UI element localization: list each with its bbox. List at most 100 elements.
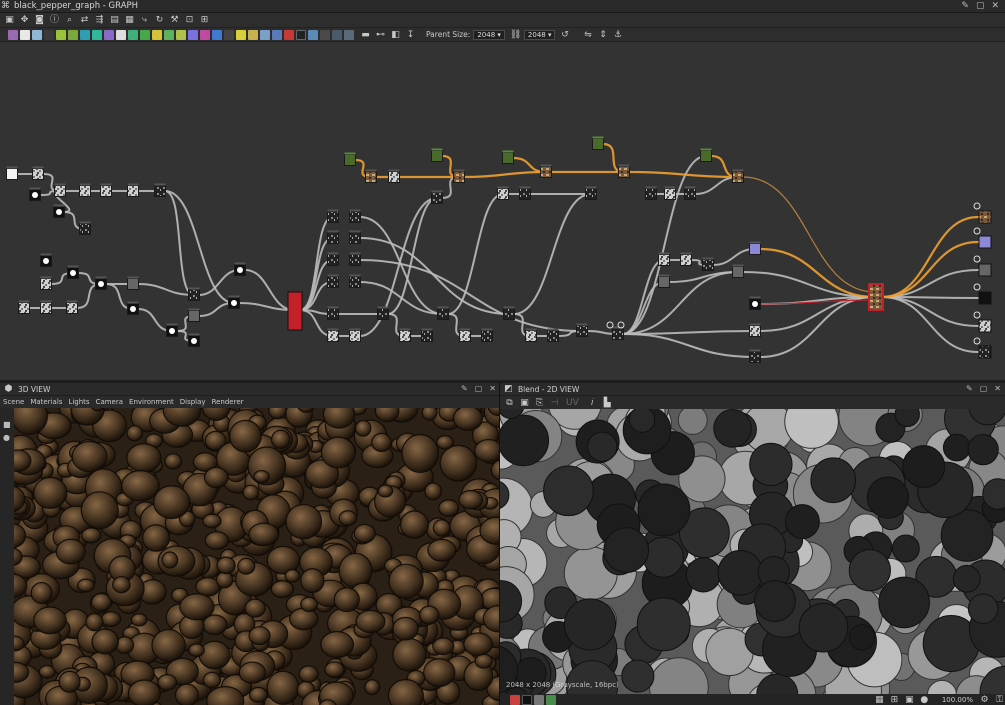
graph-node[interactable] — [431, 192, 443, 204]
blend-cell-dark[interactable] — [891, 534, 920, 563]
pepper-grain[interactable] — [161, 551, 179, 569]
graph-connection[interactable] — [880, 215, 980, 299]
output-pin-icon[interactable] — [973, 283, 981, 291]
node-preview-dot[interactable] — [752, 301, 758, 307]
graph-node[interactable] — [100, 185, 112, 197]
view2d-viewport[interactable] — [500, 409, 1005, 694]
channel-gray-icon[interactable] — [534, 694, 544, 705]
graph-node[interactable] — [645, 188, 657, 200]
node-header[interactable] — [658, 252, 670, 255]
pepper-grain[interactable] — [421, 408, 438, 421]
graph-node[interactable] — [481, 330, 493, 342]
node-header[interactable] — [228, 295, 240, 298]
channel-green-icon[interactable] — [546, 694, 556, 705]
parent-size-dropdown[interactable]: 2048 ▾ — [473, 29, 505, 40]
move-tool-icon[interactable]: ✥ — [19, 15, 30, 25]
graph-connection[interactable] — [164, 190, 195, 296]
graph-connection[interactable] — [881, 269, 979, 298]
blend-cell-dark[interactable] — [636, 597, 691, 652]
blend-cell-light[interactable] — [677, 409, 708, 435]
node-header[interactable] — [431, 190, 443, 193]
node-header[interactable] — [154, 183, 166, 186]
node-header[interactable] — [349, 274, 361, 277]
blend-cell-dark[interactable] — [942, 433, 971, 462]
connector-icon[interactable]: ⤷ — [139, 15, 150, 25]
blend-cell-dark[interactable] — [902, 445, 946, 489]
zoom-dot-icon[interactable]: ● — [919, 695, 930, 705]
pepper-grain[interactable] — [253, 469, 270, 484]
pepper-grain[interactable] — [474, 653, 493, 669]
pepper-grain[interactable] — [229, 419, 262, 453]
levels-icon[interactable] — [56, 29, 66, 40]
pepper-grain[interactable] — [438, 499, 460, 517]
mask-icon[interactable] — [212, 29, 222, 40]
pepper-grain[interactable] — [285, 503, 323, 540]
pepper-grain[interactable] — [127, 679, 161, 705]
pepper-grain[interactable] — [153, 485, 191, 520]
pepper-grain[interactable] — [188, 643, 205, 658]
pepper-grain[interactable] — [474, 438, 499, 463]
curve-icon[interactable] — [68, 29, 78, 40]
pepper-grain[interactable] — [80, 527, 102, 544]
pepper-grain[interactable] — [353, 523, 376, 544]
blend-cell-dark[interactable] — [642, 536, 684, 578]
graph-node[interactable] — [79, 223, 91, 235]
graph-node[interactable] — [399, 330, 411, 342]
pin-icon[interactable]: ✎ — [961, 1, 969, 11]
pepper-grain[interactable] — [452, 408, 483, 431]
node-header[interactable] — [453, 169, 465, 172]
output-pin-icon[interactable] — [973, 311, 981, 319]
pepper-grain[interactable] — [458, 489, 484, 510]
node-header[interactable] — [188, 287, 200, 290]
pepper-grain[interactable] — [436, 435, 454, 450]
graph-connection[interactable] — [462, 170, 548, 179]
graph-node[interactable] — [732, 266, 744, 278]
pepper-grain[interactable] — [387, 679, 424, 705]
pepper-grain[interactable] — [77, 578, 95, 593]
node-header[interactable] — [503, 306, 515, 309]
pepper-grain[interactable] — [58, 670, 81, 693]
select-tool-icon[interactable]: ▣ — [4, 15, 15, 25]
graph-connection[interactable] — [299, 237, 334, 311]
graph-node[interactable] — [618, 166, 630, 178]
pepper-grain[interactable] — [354, 419, 372, 437]
menu-environment[interactable]: Environment — [129, 398, 174, 406]
pepper-grain[interactable] — [463, 632, 494, 656]
pepper-grain[interactable] — [338, 552, 373, 589]
frame-node-icon[interactable] — [308, 29, 318, 40]
pepper-grain[interactable] — [71, 440, 108, 473]
node-header[interactable] — [95, 276, 107, 279]
text-icon[interactable] — [260, 29, 270, 40]
pepper-grain[interactable] — [401, 433, 439, 474]
hsl-icon[interactable] — [104, 29, 114, 40]
pepper-grain[interactable] — [364, 679, 381, 696]
node-header[interactable] — [547, 328, 559, 331]
node-header[interactable] — [664, 186, 676, 189]
blend-cell-dark[interactable] — [952, 564, 981, 593]
node-header[interactable] — [732, 169, 744, 172]
pepper-grain[interactable] — [126, 425, 144, 442]
graph-node[interactable] — [664, 188, 676, 200]
graph-connection[interactable] — [881, 296, 979, 327]
graph-node[interactable] — [437, 308, 449, 320]
camera-icon[interactable]: ◙ — [34, 15, 45, 25]
graph-connection[interactable] — [387, 197, 438, 315]
graph-node[interactable] — [349, 232, 361, 244]
graph-node[interactable] — [127, 278, 139, 290]
cube-icon[interactable] — [272, 29, 282, 40]
node-header[interactable] — [40, 300, 52, 303]
graph-node[interactable] — [377, 308, 389, 320]
graph-node[interactable] — [497, 188, 509, 200]
node-header[interactable] — [540, 164, 552, 167]
graph-node[interactable] — [503, 308, 515, 320]
node-header[interactable] — [18, 300, 30, 303]
graph-node[interactable] — [658, 276, 670, 288]
graph-node[interactable] — [547, 330, 559, 342]
graph-connection[interactable] — [238, 302, 295, 311]
blend-cell-dark[interactable] — [500, 414, 550, 467]
graph-node[interactable] — [749, 351, 761, 363]
graph-node[interactable] — [6, 168, 18, 180]
pepper-grain[interactable] — [157, 673, 178, 691]
graph-connection[interactable] — [622, 281, 665, 335]
fit-view-icon[interactable]: ⊞ — [889, 695, 900, 705]
